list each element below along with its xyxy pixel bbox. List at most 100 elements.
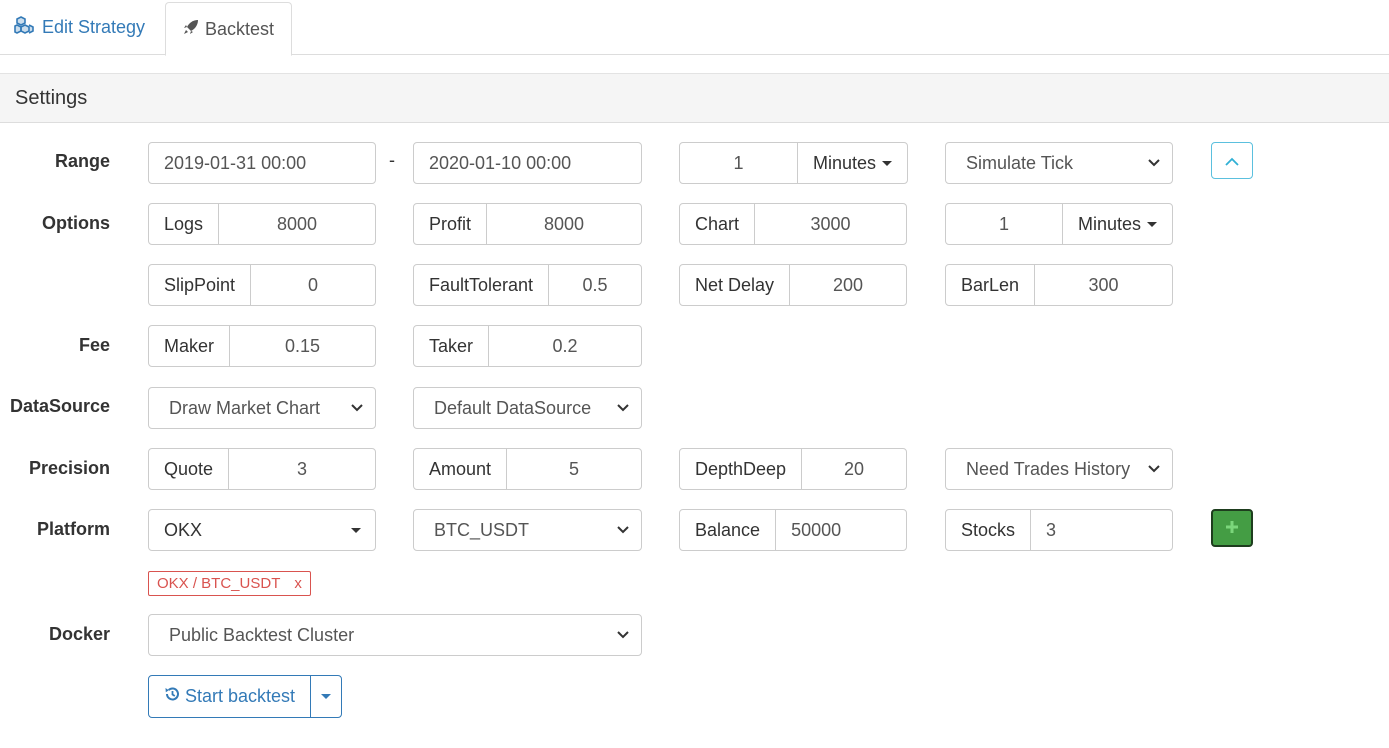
chart-input[interactable]: 3000 [755, 204, 906, 244]
taker-fee-input[interactable]: 0.2 [489, 326, 641, 366]
fee-label: Fee [78, 335, 110, 355]
tab-edit-strategy-label: Edit Strategy [42, 17, 146, 37]
chevron-down-icon [1146, 155, 1162, 171]
start-backtest-button[interactable]: Start backtest [149, 676, 312, 717]
amount-precision-input-group: Amount 5 [413, 448, 642, 490]
chevron-down-icon [349, 400, 365, 416]
balance-input[interactable]: 50000 [776, 510, 906, 550]
maker-fee-input-group: Maker 0.15 [148, 325, 376, 367]
chevron-up-icon [1225, 150, 1239, 171]
period-unit-dropdown[interactable]: Minutes [796, 143, 907, 183]
datasource-select[interactable]: Default DataSource [413, 387, 642, 429]
quote-precision-input[interactable]: 3 [229, 449, 375, 489]
taker-fee-input-group: Taker 0.2 [413, 325, 642, 367]
docker-select[interactable]: Public Backtest Cluster [148, 614, 642, 656]
options-label: Options [42, 213, 110, 233]
rocket-icon [183, 19, 199, 40]
netdelay-input[interactable]: 200 [790, 265, 906, 305]
docker-label: Docker [48, 624, 110, 644]
add-platform-button[interactable] [1211, 509, 1253, 547]
kline-unit-dropdown[interactable]: Minutes [1061, 204, 1172, 244]
history-icon [164, 686, 180, 707]
kline-period-input-group: 1 Minutes [945, 203, 1173, 245]
slippoint-value: 0 [308, 274, 319, 295]
range-start-input[interactable]: 2019-01-31 00:00 [148, 142, 376, 184]
depth-addon: DepthDeep [680, 449, 803, 489]
range-end-input[interactable]: 2020-01-10 00:00 [413, 142, 642, 184]
depth-input[interactable]: 20 [802, 449, 906, 489]
barlen-addon: BarLen [946, 265, 1036, 305]
taker-fee-value: 0.2 [552, 335, 578, 356]
settings-title: Settings [15, 86, 88, 109]
chart-mode-value: Draw Market Chart [169, 397, 321, 418]
amount-precision-input[interactable]: 5 [507, 449, 641, 489]
tab-backtest-label: Backtest [204, 18, 275, 39]
pair-value: BTC_USDT [434, 519, 530, 540]
chart-input-group: Chart 3000 [679, 203, 907, 245]
profit-value: 8000 [543, 213, 585, 234]
collapse-button[interactable] [1211, 142, 1253, 179]
slippoint-input[interactable]: 0 [251, 265, 375, 305]
tab-bar: Edit Strategy Backtest [0, 0, 1389, 56]
kline-period-value: 1 [998, 213, 1009, 234]
kline-unit-label: Minutes [1077, 213, 1141, 234]
range-label: Range [54, 151, 110, 171]
caret-down-icon [321, 694, 332, 699]
stocks-value: 3 [1046, 519, 1057, 540]
period-unit-label: Minutes [812, 152, 876, 173]
logs-value: 8000 [277, 213, 318, 234]
barlen-input[interactable]: 300 [1035, 265, 1172, 305]
amount-addon: Amount [414, 449, 508, 489]
exchange-select[interactable]: OKX [148, 509, 376, 551]
barlen-input-group: BarLen 300 [945, 264, 1173, 306]
start-backtest-label: Start backtest [185, 686, 296, 706]
taker-addon: Taker [414, 326, 490, 366]
exchange-value: OKX [164, 519, 203, 540]
kline-period-input[interactable]: 1 [946, 204, 1062, 244]
tab-edit-strategy[interactable]: Edit Strategy [14, 0, 145, 55]
platform-tag: OKX / BTC_USDT x [148, 571, 311, 596]
chart-mode-select[interactable]: Draw Market Chart [148, 387, 376, 429]
period-value: 1 [733, 152, 744, 173]
tick-mode-value: Simulate Tick [966, 152, 1074, 173]
trades-history-select[interactable]: Need Trades History [945, 448, 1173, 490]
caret-down-icon [1147, 221, 1157, 227]
chevron-down-icon [615, 627, 631, 643]
profit-input[interactable]: 8000 [487, 204, 641, 244]
datasource-value: Default DataSource [434, 397, 592, 418]
logs-input-group: Logs 8000 [148, 203, 376, 245]
precision-label: Precision [28, 458, 110, 478]
platform-tag-label: OKX / BTC_USDT [157, 575, 281, 592]
plus-icon [1225, 518, 1239, 539]
stocks-input[interactable]: 3 [1031, 510, 1172, 550]
start-backtest-button-group: Start backtest [148, 675, 343, 718]
faulttolerant-input-group: FaultTolerant 0.5 [413, 264, 642, 306]
chevron-down-icon [615, 522, 631, 538]
barlen-value: 300 [1088, 274, 1119, 295]
maker-addon: Maker [149, 326, 231, 366]
stocks-addon: Stocks [946, 510, 1032, 550]
faulttolerant-input[interactable]: 0.5 [549, 265, 641, 305]
period-value-input[interactable]: 1 [680, 143, 797, 183]
logs-input[interactable]: 8000 [219, 204, 375, 244]
pair-select[interactable]: BTC_USDT [413, 509, 642, 551]
slippoint-input-group: SlipPoint 0 [148, 264, 376, 306]
datasource-label: DataSource [9, 396, 110, 416]
profit-input-group: Profit 8000 [413, 203, 642, 245]
tick-mode-select[interactable]: Simulate Tick [945, 142, 1173, 184]
cubes-icon [14, 16, 36, 39]
remove-tag-button[interactable]: x [294, 575, 302, 592]
chevron-down-icon [1146, 461, 1162, 477]
slippoint-addon: SlipPoint [149, 265, 252, 305]
netdelay-value: 200 [832, 274, 864, 295]
chevron-down-icon [615, 400, 631, 416]
docker-value: Public Backtest Cluster [169, 624, 355, 645]
tab-backtest[interactable]: Backtest [165, 2, 292, 56]
platform-label: Platform [36, 519, 110, 539]
start-backtest-dropdown-toggle[interactable] [311, 676, 341, 717]
maker-fee-input[interactable]: 0.15 [230, 326, 375, 366]
range-separator: - [389, 150, 395, 170]
depth-value: 20 [844, 458, 865, 479]
range-start-value: 2019-01-31 00:00 [164, 152, 307, 173]
balance-input-group: Balance 50000 [679, 509, 907, 551]
